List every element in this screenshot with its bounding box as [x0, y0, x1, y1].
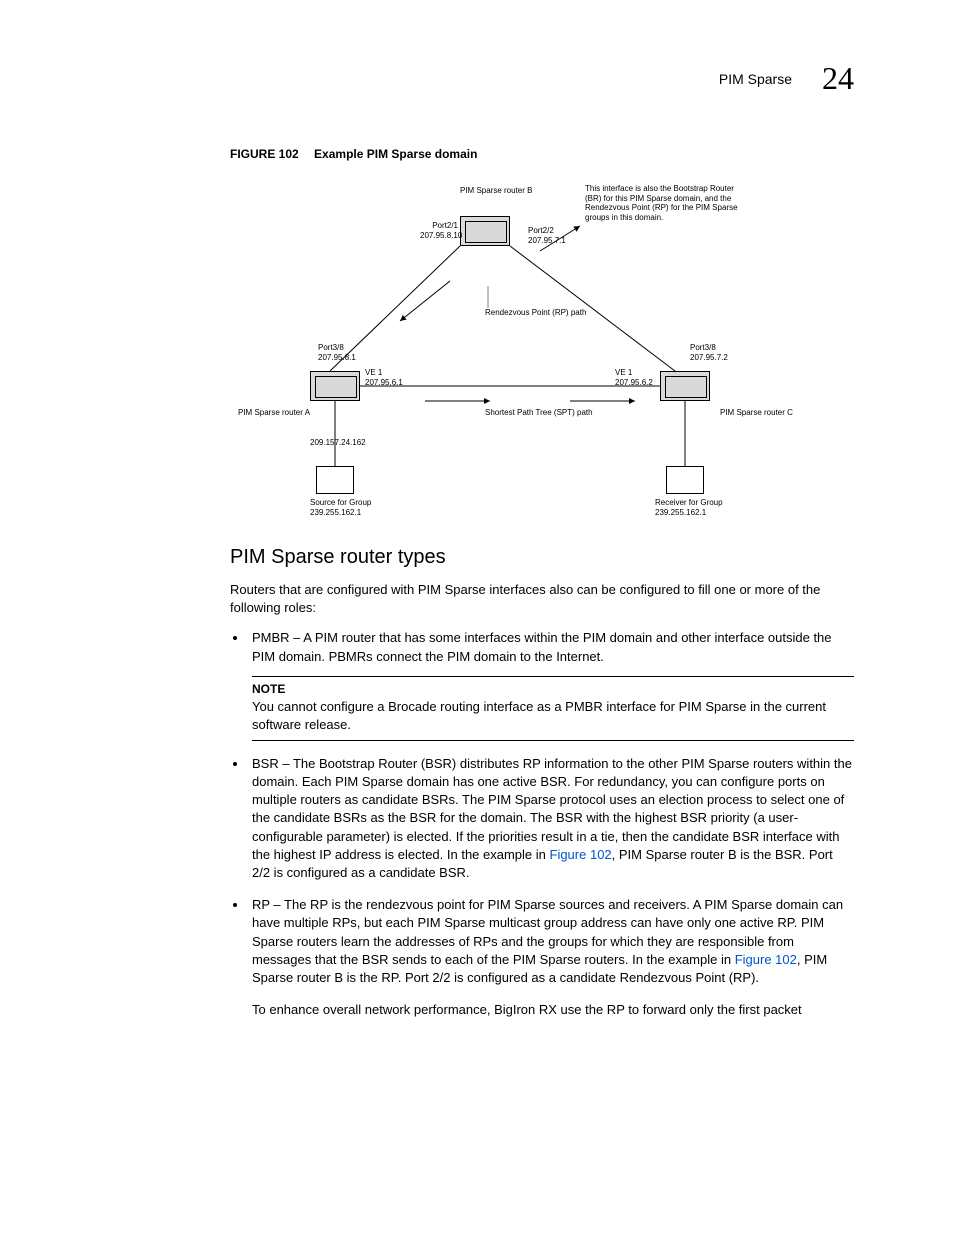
list-item: PMBR – A PIM router that has some interf… [248, 629, 854, 741]
section-heading: PIM Sparse router types [230, 546, 854, 569]
port21-label: Port2/1207.95.8.10 [420, 221, 458, 240]
port38c-label: Port3/8207.95.7.2 [690, 343, 728, 362]
page-header: PIM Sparse 24 [100, 60, 854, 97]
port22-label: Port2/2207.95.7.1 [528, 226, 566, 245]
src-ip: 209.157.24.162 [310, 438, 366, 448]
list-item: BSR – The Bootstrap Router (BSR) distrib… [248, 755, 854, 882]
figure-link[interactable]: Figure 102 [735, 952, 797, 967]
header-title: PIM Sparse [719, 71, 792, 87]
figure-label: FIGURE 102 [230, 147, 299, 161]
pim-diagram: PIM Sparse router B This interface is al… [230, 176, 854, 526]
router-b [460, 216, 510, 246]
router-b-label: PIM Sparse router B [460, 186, 532, 196]
chapter-number: 24 [822, 60, 854, 97]
roles-list: PMBR – A PIM router that has some interf… [230, 629, 854, 1019]
bullet-rp-final: To enhance overall network performance, … [252, 1001, 854, 1019]
router-c [660, 371, 710, 401]
page-content: FIGURE 102 Example PIM Sparse domain [100, 147, 854, 1019]
source-label: Source for Group239.255.162.1 [310, 498, 371, 517]
list-item: RP – The RP is the rendezvous point for … [248, 896, 854, 1019]
spt-path-label: Shortest Path Tree (SPT) path [485, 408, 593, 418]
port38a-label: Port3/8207.95.8.1 [318, 343, 356, 362]
bullet-pmbr: PMBR – A PIM router that has some interf… [252, 630, 832, 663]
note-text: You cannot configure a Brocade routing i… [252, 698, 854, 734]
rp-path-label: Rendezvous Point (RP) path [485, 308, 586, 318]
figure-caption: FIGURE 102 Example PIM Sparse domain [230, 147, 854, 161]
router-a-label: PIM Sparse router A [238, 408, 310, 418]
figure-title: Example PIM Sparse domain [314, 147, 477, 161]
bsr-note: This interface is also the Bootstrap Rou… [585, 184, 745, 222]
ve1a-label: VE 1207.95.6.1 [365, 368, 403, 387]
figure-link[interactable]: Figure 102 [550, 847, 612, 862]
intro-paragraph: Routers that are configured with PIM Spa… [230, 581, 854, 617]
note-block: NOTE You cannot configure a Brocade rout… [252, 676, 854, 741]
note-label: NOTE [252, 681, 854, 698]
receiver-box [666, 466, 704, 494]
receiver-label: Receiver for Group239.255.162.1 [655, 498, 723, 517]
router-a [310, 371, 360, 401]
router-c-label: PIM Sparse router C [720, 408, 793, 418]
source-box [316, 466, 354, 494]
ve1c-label: VE 1207.95.6.2 [615, 368, 653, 387]
